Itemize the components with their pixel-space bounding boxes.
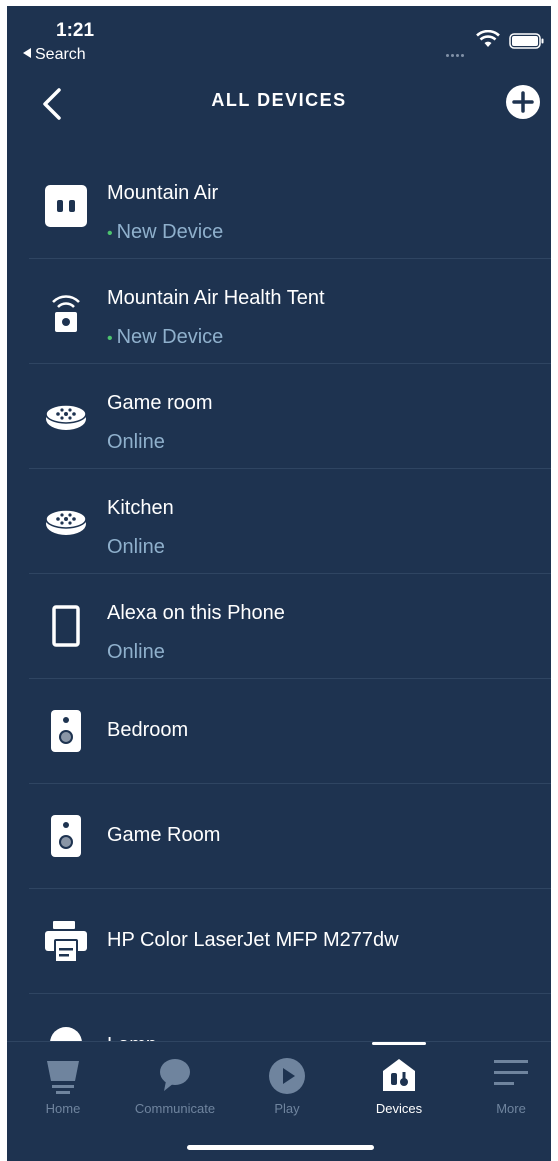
device-name: Mountain Air Health Tent (107, 287, 325, 309)
status-dot-icon: • (107, 225, 113, 242)
battery-icon (509, 33, 544, 49)
home-echo-icon (47, 1061, 79, 1094)
back-to-search-link[interactable]: Search (23, 46, 86, 64)
device-row-alexa-on-this-phone[interactable]: Alexa on this Phone Online (29, 574, 551, 679)
menu-lines-icon (494, 1060, 528, 1085)
smart-plug-icon (45, 185, 87, 227)
devices-house-icon (383, 1059, 415, 1091)
back-triangle-icon (23, 48, 31, 58)
speaker-icon (51, 710, 81, 752)
device-status: • New Device (107, 326, 223, 349)
bottom-tab-bar: Home Communicate Play Devices More (7, 1041, 551, 1161)
wifi-icon (476, 30, 500, 47)
back-app-label: Search (35, 46, 86, 63)
device-status-text: New Device (116, 326, 224, 348)
device-status-text: New Device (116, 221, 224, 243)
tab-home[interactable]: Home (9, 1042, 117, 1132)
device-name: Game room (107, 392, 213, 414)
tab-communicate[interactable]: Communicate (121, 1042, 229, 1132)
tab-label: More (496, 1101, 526, 1116)
device-row-mountain-air[interactable]: Mountain Air • New Device (29, 154, 551, 259)
device-name: Alexa on this Phone (107, 602, 285, 624)
printer-icon (45, 921, 87, 963)
phone-icon (52, 605, 80, 647)
device-name: Game Room (107, 824, 221, 846)
device-row-game-room-speaker[interactable]: Game Room (29, 784, 551, 889)
status-time: 1:21 (56, 20, 95, 41)
tab-play[interactable]: Play (233, 1042, 341, 1132)
signal-icon (446, 44, 466, 62)
status-dot-icon: • (107, 330, 113, 347)
tab-label: Devices (375, 1101, 423, 1116)
device-status: Online (107, 431, 165, 453)
chat-bubble-icon (160, 1059, 190, 1091)
play-icon (269, 1058, 305, 1094)
page-title: ALL DEVICES (211, 90, 347, 110)
device-row-game-room[interactable]: Game room Online (29, 364, 551, 469)
device-name: HP Color LaserJet MFP M277dw (107, 929, 399, 951)
device-name: Mountain Air (107, 182, 219, 204)
home-indicator[interactable] (187, 1145, 374, 1150)
device-list: Mountain Air • New Device Mountain Air He… (7, 154, 551, 1099)
echo-dot-icon (45, 509, 87, 535)
tab-label: Home (45, 1101, 81, 1116)
device-name: Bedroom (107, 719, 189, 741)
device-row-bedroom[interactable]: Bedroom (29, 679, 551, 784)
device-row-kitchen[interactable]: Kitchen Online (29, 469, 551, 574)
add-device-button[interactable] (505, 84, 541, 120)
device-status: Online (107, 536, 165, 558)
device-row-hp-printer[interactable]: HP Color LaserJet MFP M277dw (29, 889, 551, 994)
speaker-icon (51, 815, 81, 857)
phone-screen: 1:21 Search ALL DEVICES Mountain Air • Ne… (7, 6, 551, 1161)
tab-more[interactable]: More (457, 1042, 551, 1132)
tab-devices[interactable]: Devices (345, 1042, 453, 1132)
device-row-mountain-air-health-tent[interactable]: Mountain Air Health Tent • New Device (29, 259, 551, 364)
device-name: Kitchen (107, 497, 174, 519)
tab-label: Play (274, 1101, 300, 1116)
tab-label: Communicate (134, 1101, 216, 1116)
wifi-device-icon (52, 295, 80, 332)
echo-dot-icon (45, 404, 87, 430)
device-status: • New Device (107, 221, 223, 244)
device-status: Online (107, 641, 165, 663)
